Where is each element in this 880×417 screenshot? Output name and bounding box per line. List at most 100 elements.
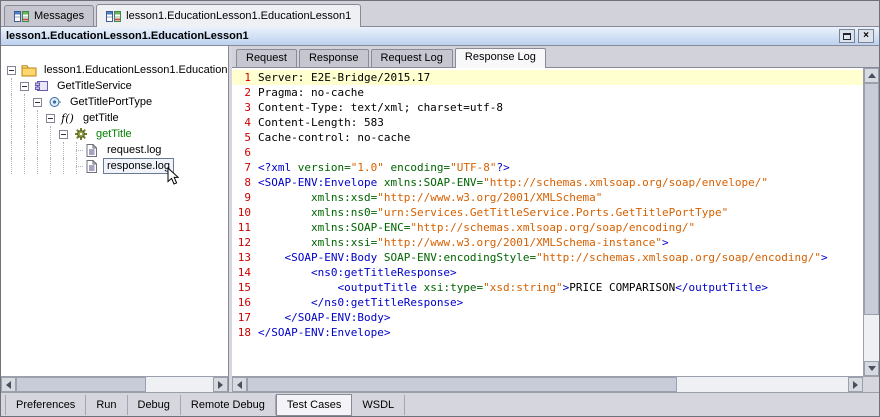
code-line-4: 4Content-Length: 583	[232, 115, 863, 130]
tree-guide-line	[5, 158, 18, 174]
tree-item-gettitle[interactable]: getTitle	[1, 126, 228, 142]
tab-response-log[interactable]: Response Log	[455, 48, 546, 68]
line-text: </ns0:getTitleResponse>	[258, 295, 463, 310]
code-line-13: 13 <SOAP-ENV:Body SOAP-ENV:encodingStyle…	[232, 250, 863, 265]
code-line-16: 16 </ns0:getTitleResponse>	[232, 295, 863, 310]
tree-item-gettitle[interactable]: f()getTitle	[1, 110, 228, 126]
line-text: xmlns:SOAP-ENC="http://schemas.xmlsoap.o…	[258, 220, 695, 235]
tree-guide-line	[18, 142, 31, 158]
editor-vscroll-thumb[interactable]	[864, 83, 879, 315]
frame-title: lesson1.EducationLesson1.EducationLesson…	[6, 30, 249, 42]
line-text: xmlns:xsd="http://www.w3.org/2001/XMLSch…	[258, 190, 602, 205]
tree-guide-line	[18, 126, 31, 142]
line-number: 13	[232, 250, 258, 265]
line-number: 4	[232, 115, 258, 130]
editor-vscroll-track[interactable]	[864, 315, 879, 361]
tree-guide-line	[44, 126, 57, 142]
tab-request[interactable]: Request	[236, 49, 297, 67]
scrollbar-corner	[863, 376, 879, 392]
tree-guide-line	[5, 142, 18, 158]
tree-guide-line	[18, 94, 31, 110]
response-log-content[interactable]: 1Server: E2E-Bridge/2015.172Pragma: no-c…	[232, 68, 863, 376]
editor-vertical-scrollbar[interactable]	[863, 68, 879, 376]
code-line-3: 3Content-Type: text/xml; charset=utf-8	[232, 100, 863, 115]
internal-frame-titlebar[interactable]: lesson1.EducationLesson1.EducationLesson…	[1, 27, 879, 46]
line-number: 8	[232, 175, 258, 190]
main-content: lesson1.EducationLesson1.EducationLesson…	[1, 46, 879, 392]
app-window: Messageslesson1.EducationLesson1.Educati…	[0, 0, 880, 417]
tree-guide-line	[31, 126, 44, 142]
bottom-tab-preferences[interactable]: Preferences	[5, 395, 86, 415]
code-line-9: 9 xmlns:xsd="http://www.w3.org/2001/XMLS…	[232, 190, 863, 205]
line-number: 6	[232, 145, 258, 160]
maximize-icon	[843, 33, 851, 40]
code-line-18: 18</SOAP-ENV:Envelope>	[232, 325, 863, 340]
line-text: </SOAP-ENV:Body>	[258, 310, 390, 325]
tree-guide-line	[18, 158, 31, 174]
bottom-tab-wsdl[interactable]: WSDL	[352, 395, 405, 415]
line-text: <SOAP-ENV:Envelope xmlns:SOAP-ENV="http:…	[258, 175, 768, 190]
tree-item-request-log[interactable]: request.log	[1, 142, 228, 158]
scroll-left-button[interactable]	[232, 377, 247, 392]
tree-collapse-handle[interactable]	[59, 130, 68, 139]
tree-collapse-handle[interactable]	[33, 98, 42, 107]
line-text: </SOAP-ENV:Envelope>	[258, 325, 390, 340]
close-button[interactable]: ×	[858, 29, 874, 43]
tree-hscroll-thumb[interactable]	[16, 377, 146, 392]
editor-bottom-row	[232, 376, 879, 392]
line-number: 10	[232, 205, 258, 220]
bottom-tab-run[interactable]: Run	[86, 395, 127, 415]
testcase-icon	[72, 128, 89, 140]
bottom-tab-remote-debug[interactable]: Remote Debug	[181, 395, 276, 415]
editor-tab-bar: RequestResponseRequest LogResponse Log	[232, 46, 879, 68]
line-text: <SOAP-ENV:Body SOAP-ENV:encodingStyle="h…	[258, 250, 828, 265]
code-line-6: 6	[232, 145, 863, 160]
scroll-right-button[interactable]	[213, 377, 228, 392]
tree-item-label: getTitle	[79, 110, 123, 126]
maximize-button[interactable]	[839, 29, 855, 43]
scroll-down-button[interactable]	[864, 361, 879, 376]
tree-hscroll-track[interactable]	[146, 377, 213, 392]
editor-hscroll-track[interactable]	[677, 377, 848, 392]
tree-item-label: response.log	[103, 158, 174, 174]
line-number: 7	[232, 160, 258, 175]
tree-item-gettitleporttype[interactable]: GetTitlePortType	[1, 94, 228, 110]
arrow-down-icon	[868, 366, 876, 371]
tree-guide-line	[57, 142, 70, 158]
titlebar-buttons: ×	[839, 29, 874, 43]
code-line-12: 12 xmlns:xsi="http://www.w3.org/2001/XML…	[232, 235, 863, 250]
line-number: 5	[232, 130, 258, 145]
line-text: Content-Type: text/xml; charset=utf-8	[258, 100, 503, 115]
code-line-1: 1Server: E2E-Bridge/2015.17	[232, 70, 863, 85]
tree-horizontal-scrollbar[interactable]	[1, 376, 228, 392]
tab-response[interactable]: Response	[299, 49, 369, 67]
scroll-up-button[interactable]	[864, 68, 879, 83]
tab-request-log[interactable]: Request Log	[371, 49, 453, 67]
tree-guide-line	[70, 158, 83, 174]
line-number: 11	[232, 220, 258, 235]
editor-hscroll-thumb[interactable]	[247, 377, 677, 392]
tree-collapse-handle[interactable]	[7, 66, 16, 75]
bottom-tab-debug[interactable]: Debug	[128, 395, 181, 415]
tree-item-lesson1-educationlesson1-educationlesson1[interactable]: lesson1.EducationLesson1.EducationLesson…	[1, 62, 228, 78]
tree-collapse-handle[interactable]	[46, 114, 55, 123]
test-case-tree[interactable]: lesson1.EducationLesson1.EducationLesson…	[1, 46, 228, 376]
scroll-right-button[interactable]	[848, 377, 863, 392]
top-tab-messages[interactable]: Messages	[4, 5, 94, 26]
function-icon: f()	[59, 112, 76, 125]
tree-item-gettitleservice[interactable]: GetTitleService	[1, 78, 228, 94]
top-tab-lesson1-educationlesson1-educationlesson1[interactable]: lesson1.EducationLesson1.EducationLesson…	[96, 4, 361, 27]
bottom-tab-bar: PreferencesRunDebugRemote DebugTest Case…	[1, 392, 879, 416]
editor-horizontal-scrollbar[interactable]	[232, 376, 863, 392]
tree-item-response-log[interactable]: response.log	[1, 158, 228, 174]
scroll-left-button[interactable]	[1, 377, 16, 392]
line-text: Pragma: no-cache	[258, 85, 364, 100]
line-text: Server: E2E-Bridge/2015.17	[258, 70, 430, 85]
tree-guide-line	[31, 158, 44, 174]
bottom-tab-test-cases[interactable]: Test Cases	[276, 394, 352, 416]
line-number: 18	[232, 325, 258, 340]
tree-collapse-handle[interactable]	[20, 82, 29, 91]
tree-item-label: request.log	[103, 142, 165, 158]
line-number: 1	[232, 70, 258, 85]
arrow-left-icon	[237, 381, 242, 389]
